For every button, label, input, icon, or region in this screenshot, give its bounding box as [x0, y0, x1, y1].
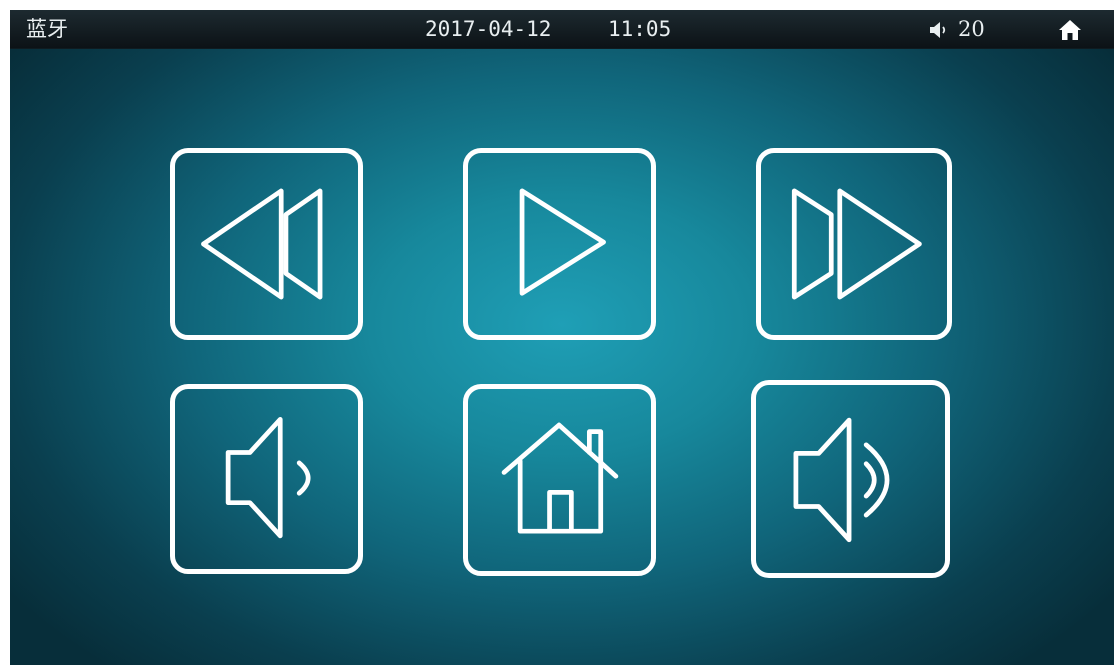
home-icon [501, 422, 619, 534]
date-display: 2017-04-12 [425, 17, 552, 41]
play-button[interactable] [463, 148, 656, 340]
status-bar: 蓝牙 2017-04-12 11:05 20 [10, 10, 1114, 49]
volume-down-button[interactable] [170, 384, 363, 574]
app-title: 蓝牙 [26, 17, 68, 41]
home-button[interactable] [463, 384, 656, 576]
volume-level: 20 [958, 17, 985, 41]
volume-up-button[interactable] [751, 380, 950, 578]
rewind-icon [201, 188, 323, 300]
fast-forward-icon [791, 188, 922, 300]
speaker-icon [930, 22, 946, 38]
volume-down-icon [225, 416, 311, 539]
bluetooth-screen: 蓝牙 2017-04-12 11:05 20 [10, 10, 1114, 665]
volume-up-icon [793, 417, 890, 543]
rewind-button[interactable] [170, 148, 363, 340]
time-display: 11:05 [608, 17, 672, 41]
fast-forward-button[interactable] [756, 148, 952, 340]
play-icon [519, 188, 606, 296]
home-icon[interactable] [1058, 19, 1082, 41]
